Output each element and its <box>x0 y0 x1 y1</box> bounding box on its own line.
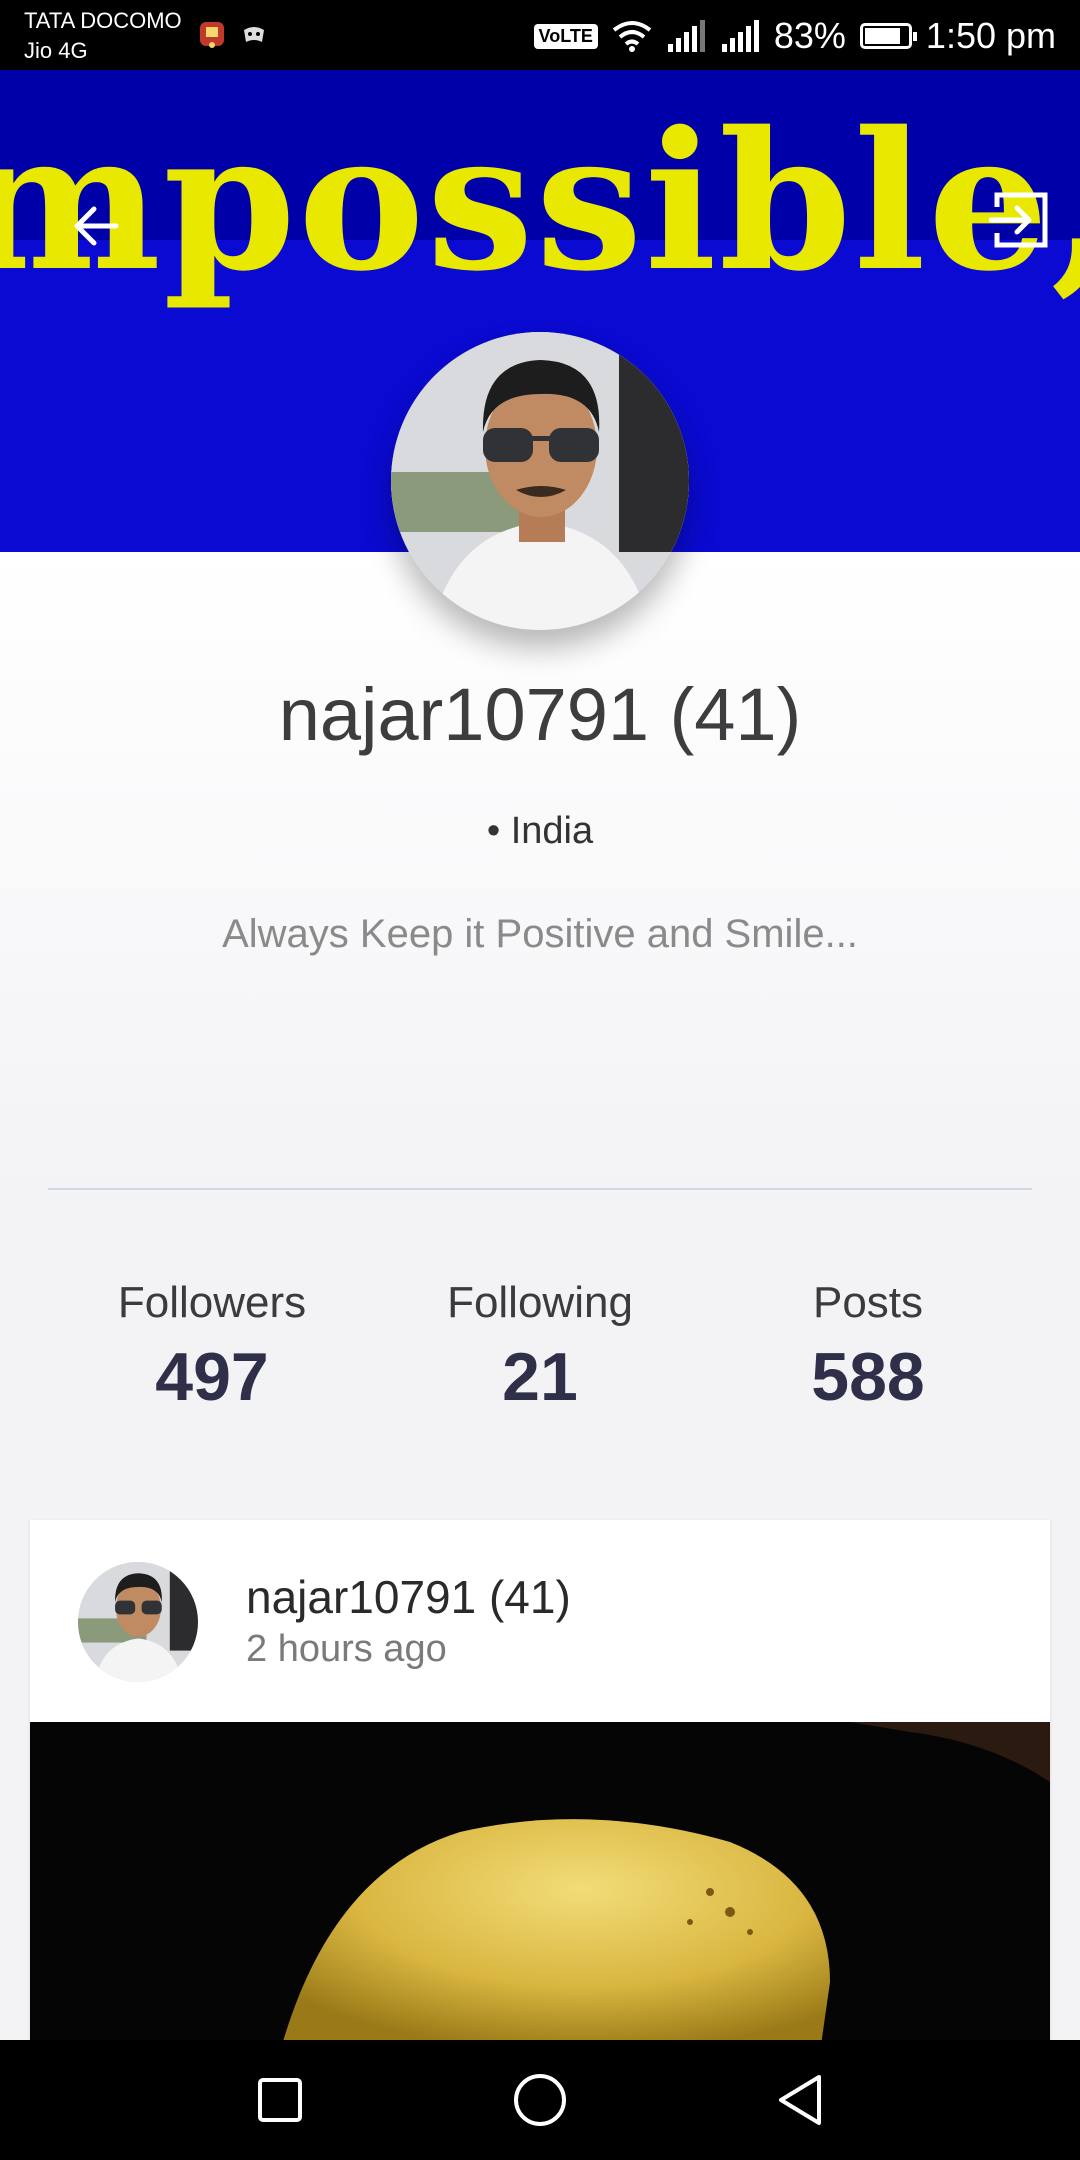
avatar-photo <box>391 332 689 630</box>
wifi-icon <box>612 21 652 52</box>
stat-following-value: 21 <box>502 1339 578 1415</box>
triangle-back-icon <box>779 2075 821 2125</box>
stat-followers-value: 497 <box>155 1339 269 1415</box>
signal-icon-2 <box>721 20 759 52</box>
carrier-primary: TATA DOCOMO <box>24 8 182 33</box>
profile-username: najar10791 (41) <box>278 673 802 756</box>
clock: 1:50 pm <box>925 15 1056 56</box>
banner-text: mpossible, you <box>0 90 1080 313</box>
stat-posts[interactable]: Posts 588 <box>718 1278 1018 1416</box>
stat-following[interactable]: Following 21 <box>390 1278 690 1416</box>
profile-location: • India <box>486 810 594 852</box>
logout-button[interactable] <box>980 180 1060 260</box>
nav-back-button[interactable] <box>765 2065 835 2135</box>
recents-button[interactable] <box>245 2065 315 2135</box>
square-icon <box>258 2078 302 2122</box>
stat-posts-label: Posts <box>812 1278 924 1327</box>
volte-badge: VoLTE <box>533 23 598 49</box>
status-bar: TATA DOCOMO Jio 4G VoLTE 83% 1:50 pm <box>0 0 1080 70</box>
signal-icon-1 <box>667 20 705 52</box>
stat-following-label: Following <box>447 1278 633 1327</box>
post-author-avatar[interactable] <box>78 1562 198 1682</box>
profile-divider <box>48 1188 1032 1190</box>
profile-avatar[interactable] <box>391 332 689 630</box>
home-button[interactable] <box>505 2065 575 2135</box>
profile-section: najar10791 (41) • India Always Keep it P… <box>0 552 1080 1192</box>
circle-icon <box>514 2074 566 2126</box>
stat-followers-label: Followers <box>117 1278 307 1327</box>
post-avatar-photo <box>78 1562 198 1682</box>
post-image[interactable] <box>30 1722 1050 2040</box>
arrow-left-icon <box>74 206 119 246</box>
notification-app-icon <box>200 22 224 48</box>
post-card[interactable]: najar10791 (41) 2 hours ago <box>30 1520 1050 2040</box>
back-button[interactable] <box>56 186 136 266</box>
notification-game-icon <box>244 27 264 42</box>
system-nav-bar <box>0 2040 1080 2160</box>
stat-posts-value: 588 <box>811 1339 925 1415</box>
profile-bio: Always Keep it Positive and Smile... <box>222 912 858 956</box>
exit-to-app-icon <box>989 192 1048 248</box>
post-author-name[interactable]: najar10791 (41) <box>246 1570 571 1624</box>
post-timestamp: 2 hours ago <box>246 1628 447 1670</box>
mango-photo <box>30 1722 1050 2040</box>
battery-icon <box>859 23 917 49</box>
stat-followers[interactable]: Followers 497 <box>62 1278 362 1416</box>
status-right: VoLTE 83% 1:50 pm <box>533 14 1056 58</box>
carrier-secondary: Jio 4G <box>24 38 88 63</box>
battery-percent: 83% <box>773 15 846 56</box>
